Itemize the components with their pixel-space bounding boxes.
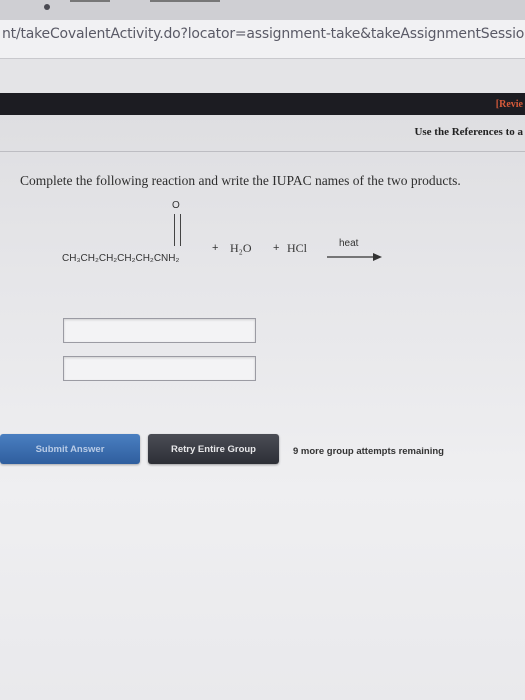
product-name-input-2[interactable] (63, 356, 256, 381)
references-note[interactable]: Use the References to a (414, 126, 523, 138)
plus-sign: + (273, 242, 280, 254)
page-top-area (0, 59, 525, 93)
address-bar[interactable]: nt/takeCovalentActivity.do?locator=assig… (0, 20, 525, 59)
retry-entire-group-button[interactable]: Retry Entire Group (148, 434, 279, 464)
tab-divider (70, 0, 110, 2)
url-text[interactable]: nt/takeCovalentActivity.do?locator=assig… (2, 26, 524, 42)
reactant-formula: CH₃CH₂CH₂CH₂CH₂CNH₂ (62, 253, 180, 264)
submit-answer-button[interactable]: Submit Answer (0, 434, 140, 464)
tab-indicator-icon (44, 4, 50, 10)
reagent-water: H₂O (230, 241, 252, 255)
tab-divider (150, 0, 220, 2)
product-name-input-1[interactable] (63, 318, 256, 343)
reagent-hcl: HCl (287, 241, 308, 255)
divider (0, 151, 525, 152)
attempts-remaining-text: 9 more group attempts remaining (293, 446, 444, 457)
reaction-arrow-icon (327, 253, 382, 261)
browser-tab-strip (0, 0, 525, 20)
double-bond (174, 214, 181, 246)
reaction-condition: heat (339, 238, 359, 249)
reaction-equation: O CH₃CH₂CH₂CH₂CH₂CNH₂ + H₂O + HCl heat (62, 200, 502, 270)
review-link[interactable]: [Revie (496, 99, 523, 110)
question-instruction: Complete the following reaction and writ… (20, 173, 461, 188)
carbonyl-oxygen: O (172, 200, 180, 211)
plus-sign: + (212, 242, 219, 254)
assignment-header-bar: [Revie (0, 93, 525, 115)
